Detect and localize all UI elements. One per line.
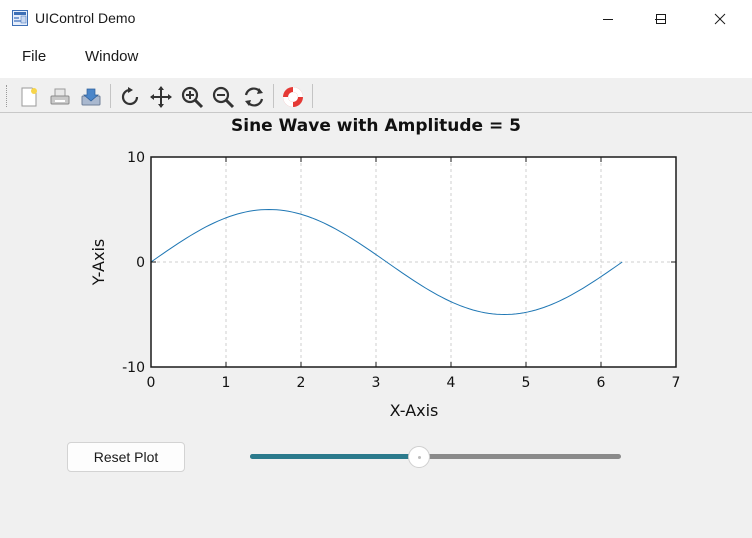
new-figure-button[interactable] — [16, 84, 42, 110]
refresh-button[interactable] — [241, 84, 267, 110]
slider-fill — [250, 454, 419, 459]
x-tick-label: 7 — [672, 375, 681, 391]
pan-icon — [150, 86, 172, 108]
plot-area: Sine Wave with Amplitude = 5 0 1 2 3 4 5 6 7 -10… — [0, 114, 752, 426]
pan-button[interactable] — [148, 84, 174, 110]
zoom-in-button[interactable] — [179, 84, 205, 110]
window-title: UIControl Demo — [35, 10, 136, 26]
menu-file[interactable]: File — [22, 48, 46, 65]
rotate-button[interactable] — [117, 84, 143, 110]
toolbar-separator — [312, 84, 313, 108]
menu-bar: File Window — [0, 38, 752, 78]
x-tick-label: 5 — [522, 375, 531, 391]
y-tick-label: -10 — [122, 360, 145, 376]
amplitude-slider[interactable] — [250, 446, 621, 468]
minimize-btn[interactable] — [585, 0, 631, 38]
y-axis-label: Y-Axis — [89, 239, 108, 287]
close-icon — [714, 13, 726, 25]
new-figure-icon — [21, 87, 37, 107]
print-button[interactable] — [47, 84, 73, 110]
y-tick-label: 10 — [127, 150, 145, 166]
y-tick-label: 0 — [136, 255, 145, 271]
reset-plot-button[interactable]: Reset Plot — [67, 442, 185, 472]
x-tick-label: 1 — [222, 375, 231, 391]
toolbar-separator — [273, 84, 274, 108]
save-icon — [81, 88, 101, 106]
zoom-in-icon — [181, 86, 204, 109]
x-tick-label: 4 — [447, 375, 456, 391]
maximize-btn[interactable] — [638, 0, 684, 38]
close-btn[interactable] — [697, 0, 743, 38]
sine-chart[interactable]: Sine Wave with Amplitude = 5 0 1 2 3 4 5 6 7 -10… — [0, 114, 752, 426]
print-icon — [50, 88, 70, 105]
zoom-out-button[interactable] — [210, 84, 236, 110]
app-window: UIControl Demo File Window Sine Wave wit… — [0, 0, 752, 538]
toolbar-separator — [110, 84, 111, 108]
zoom-out-icon — [212, 86, 235, 109]
help-icon — [283, 87, 303, 107]
x-tick-label: 0 — [147, 375, 156, 391]
minimize-icon — [603, 19, 613, 20]
refresh-icon — [244, 87, 264, 107]
rotate-icon — [121, 87, 139, 106]
maximize-icon — [656, 14, 666, 24]
x-axis-label: X-Axis — [390, 401, 439, 420]
chart-title: Sine Wave with Amplitude = 5 — [231, 116, 521, 136]
x-tick-label: 2 — [297, 375, 306, 391]
help-button[interactable] — [280, 84, 306, 110]
app-icon — [12, 10, 28, 26]
toolbar — [0, 80, 752, 113]
slider-thumb[interactable] — [407, 446, 430, 468]
x-tick-label: 3 — [372, 375, 381, 391]
save-button[interactable] — [78, 84, 104, 110]
toolbar-grip[interactable] — [6, 85, 8, 107]
x-tick-label: 6 — [597, 375, 606, 391]
menu-window[interactable]: Window — [85, 48, 138, 65]
